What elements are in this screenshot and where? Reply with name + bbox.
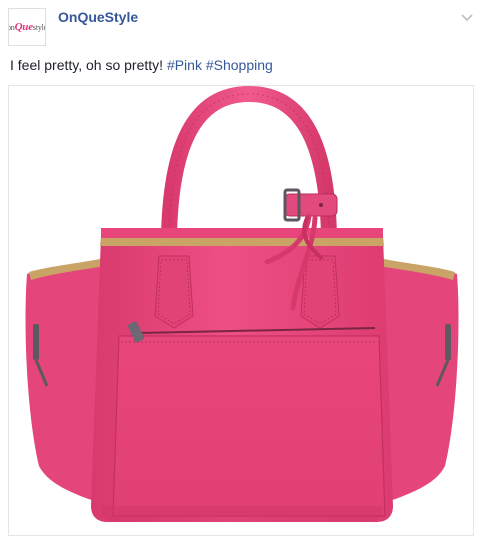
facebook-post: onQuestyle OnQueStyle I feel pretty, oh … (0, 0, 482, 538)
right-hardware (445, 324, 451, 360)
page-logo: onQuestyle (9, 21, 46, 33)
post-photo[interactable] (8, 85, 474, 536)
buckle-strap (284, 193, 338, 217)
hashtag-shopping[interactable]: #Shopping (206, 57, 273, 73)
chevron-down-icon[interactable] (460, 10, 474, 24)
hashtag-pink[interactable]: #Pink (167, 57, 202, 73)
front-pocket (112, 335, 386, 517)
handbag-image (25, 86, 459, 522)
post-header: onQuestyle OnQueStyle (8, 8, 474, 46)
page-avatar[interactable]: onQuestyle (8, 8, 46, 46)
page-name-link[interactable]: OnQueStyle (58, 9, 138, 25)
post-status-text: I feel pretty, oh so pretty! #Pink #Shop… (10, 57, 273, 73)
status-message: I feel pretty, oh so pretty! (10, 57, 164, 73)
left-hardware (33, 324, 39, 360)
